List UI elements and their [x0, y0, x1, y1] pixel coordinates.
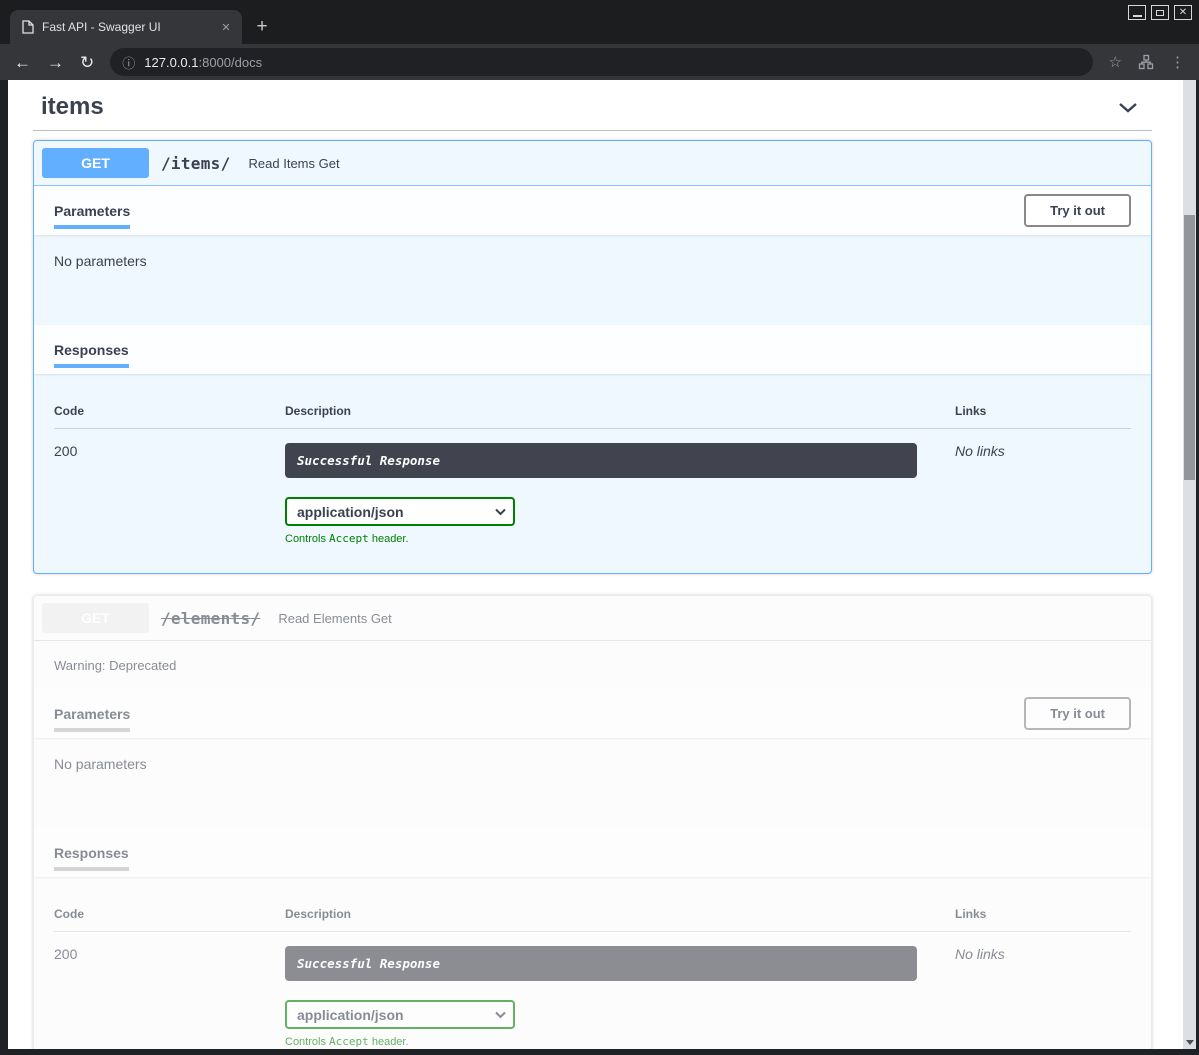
responses-title-deprecated: Responses	[54, 845, 129, 861]
back-icon[interactable]: ←	[14, 54, 31, 71]
forward-icon[interactable]: →	[47, 54, 64, 71]
accept-header-note: Controls Accept header.	[285, 532, 955, 545]
col-description-header: Description	[285, 907, 955, 921]
tab-title: Fast API - Swagger UI	[42, 20, 210, 34]
col-code-header: Code	[54, 404, 285, 418]
no-parameters-text: No parameters	[34, 235, 1151, 325]
links-value: No links	[955, 946, 1131, 1048]
page-favicon-icon	[22, 20, 34, 34]
swagger-ui: items GET /items/ Read Items Get Paramet…	[8, 80, 1183, 1049]
url-text: 127.0.0.1:8000/docs	[144, 55, 262, 70]
no-parameters-text-deprecated: No parameters	[34, 738, 1151, 828]
media-type-control: application/json	[285, 1000, 515, 1029]
accept-code: Accept	[329, 1035, 369, 1048]
col-code-header: Code	[54, 907, 285, 921]
try-it-out-button-deprecated[interactable]: Try it out	[1024, 697, 1131, 730]
status-code: 200	[54, 946, 285, 1048]
responses-title: Responses	[54, 342, 129, 358]
maximize-button[interactable]	[1151, 5, 1169, 20]
url-path: :8000/docs	[198, 55, 262, 70]
browser-toolbar: ← → ↻ ⓘ 127.0.0.1:8000/docs ☆ ⋮	[0, 44, 1199, 80]
close-button[interactable]: ✕	[1174, 5, 1192, 20]
parameters-tab: Parameters	[54, 203, 130, 219]
endpoint-summary: Read Items Get	[249, 156, 340, 171]
opblock-summary-get-items[interactable]: GET /items/ Read Items Get	[34, 141, 1151, 186]
responses-header-deprecated: Responses	[34, 828, 1151, 877]
browser-window: ✕ Fast API - Swagger UI ✕ + ← → ↻ ⓘ 127.…	[0, 0, 1199, 1055]
section-header-items[interactable]: items	[33, 80, 1152, 131]
links-value: No links	[955, 443, 1131, 545]
section-title: items	[41, 93, 104, 121]
parameters-header: Parameters Try it out	[34, 186, 1151, 235]
response-description: Successful Response	[285, 946, 917, 981]
endpoint-path: /items/	[161, 154, 231, 173]
accept-code: Accept	[329, 532, 369, 545]
response-description: Successful Response	[285, 443, 917, 478]
endpoint-summary-deprecated: Read Elements Get	[278, 611, 391, 626]
responses-table: Code Description Links 200 Successful Re…	[34, 374, 1151, 573]
window-controls: ✕	[1128, 5, 1192, 20]
endpoint-path-deprecated: /elements/	[161, 609, 260, 628]
swagger-page: items GET /items/ Read Items Get Paramet…	[8, 80, 1183, 1049]
media-type-select[interactable]: application/json	[285, 497, 515, 526]
responses-table-deprecated: Code Description Links 200 Successful Re…	[34, 877, 1151, 1049]
try-it-out-button[interactable]: Try it out	[1024, 194, 1131, 227]
bookmark-star-icon[interactable]: ☆	[1109, 55, 1122, 70]
maximize-icon	[1156, 10, 1164, 16]
site-info-icon[interactable]: ⓘ	[122, 53, 135, 72]
accept-header-note: Controls Accept header.	[285, 1035, 955, 1048]
tab-strip: Fast API - Swagger UI ✕ +	[10, 10, 276, 44]
responses-table-header-deprecated: Code Description Links	[54, 893, 1131, 932]
page-scrollbar[interactable]	[1183, 80, 1196, 1049]
tab-close-icon[interactable]: ✕	[218, 19, 234, 35]
close-icon: ✕	[1179, 8, 1187, 18]
address-bar[interactable]: ⓘ 127.0.0.1:8000/docs	[110, 48, 1092, 76]
section-collapse-chevron-icon[interactable]	[1118, 102, 1138, 113]
media-type-control: application/json	[285, 497, 515, 526]
browser-tab[interactable]: Fast API - Swagger UI ✕	[10, 10, 242, 44]
opblock-get-items: GET /items/ Read Items Get Parameters Tr…	[33, 140, 1152, 574]
status-code: 200	[54, 443, 285, 545]
col-links-header: Links	[955, 907, 1131, 921]
deprecated-warning: Warning: Deprecated	[34, 641, 1151, 689]
response-row-200: 200 Successful Response application/json	[54, 429, 1131, 545]
window-titlebar: ✕ Fast API - Swagger UI ✕ +	[0, 0, 1199, 44]
browser-menu-icon[interactable]: ⋮	[1170, 55, 1185, 70]
parameters-header-deprecated: Parameters Try it out	[34, 689, 1151, 738]
col-description-header: Description	[285, 404, 955, 418]
opblock-summary-get-elements[interactable]: GET /elements/ Read Elements Get	[34, 596, 1151, 641]
scrollbar-down-button[interactable]	[1183, 1035, 1196, 1049]
response-description-cell: Successful Response application/json Con…	[285, 443, 955, 545]
col-links-header: Links	[955, 404, 1131, 418]
method-badge-get: GET	[42, 148, 149, 178]
opblock-get-elements-deprecated: GET /elements/ Read Elements Get Warning…	[33, 595, 1152, 1049]
new-tab-button[interactable]: +	[248, 13, 276, 41]
media-type-select-deprecated[interactable]: application/json	[285, 1000, 515, 1029]
minimize-icon	[1133, 15, 1142, 17]
parameters-tab-deprecated: Parameters	[54, 706, 130, 722]
response-description-cell: Successful Response application/json Con…	[285, 946, 955, 1048]
minimize-button[interactable]	[1128, 5, 1146, 20]
responses-header: Responses	[34, 325, 1151, 374]
url-host: 127.0.0.1	[144, 55, 198, 70]
reload-icon[interactable]: ↻	[80, 54, 94, 71]
tab-groups-icon[interactable]	[1138, 54, 1154, 70]
responses-table-header: Code Description Links	[54, 390, 1131, 429]
response-row-200-deprecated: 200 Successful Response application/json	[54, 932, 1131, 1048]
scrollbar-thumb[interactable]	[1184, 215, 1195, 480]
content-area: items GET /items/ Read Items Get Paramet…	[0, 80, 1199, 1055]
scroll-down-arrow-icon	[1186, 1040, 1194, 1045]
method-badge-get-deprecated: GET	[42, 603, 149, 633]
